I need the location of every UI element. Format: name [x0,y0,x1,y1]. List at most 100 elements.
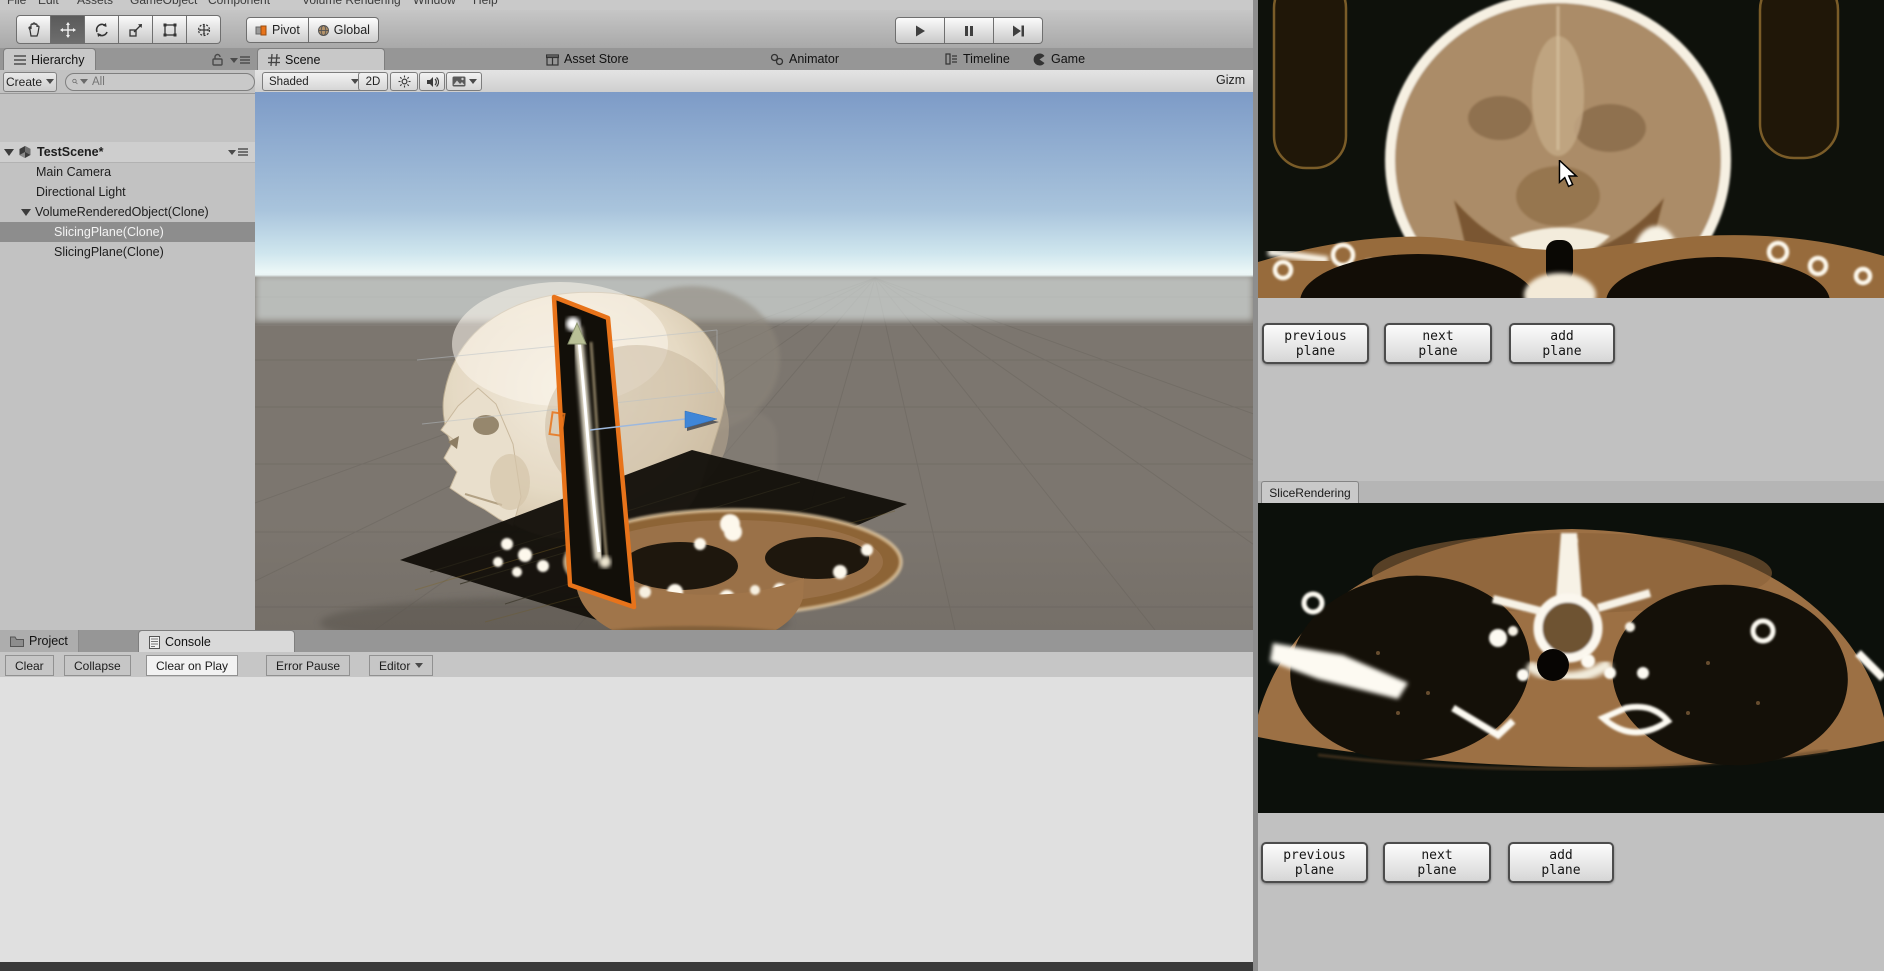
move-tool-button[interactable] [51,15,85,44]
scale-tool-button[interactable] [119,15,153,44]
slice-rendering-ct-axial-image[interactable] [1258,503,1884,813]
add-plane-button-bottom[interactable]: add plane [1508,842,1614,883]
scene-options-icon[interactable] [228,148,248,156]
timeline-icon [945,53,957,65]
hierarchy-toolbar: Create [0,70,255,94]
lighting-toggle-button[interactable] [390,72,418,91]
game-tab-label: Game [1051,52,1086,66]
scene-tab-bar: Scene Asset Store Animator Timeline Game [255,48,1253,71]
console-tab-bar: Project Console [0,630,1253,653]
scene-3d-viewport[interactable] [255,92,1253,630]
tab-console[interactable]: Console [138,630,295,653]
search-field[interactable] [65,72,255,91]
asset-store-icon [546,53,559,66]
play-controls [895,17,1043,44]
global-toggle-button[interactable]: Global [308,17,379,43]
lock-icon[interactable] [212,53,223,66]
shading-mode-label: Shaded [269,75,309,88]
shading-mode-dropdown[interactable]: Shaded [262,72,366,91]
transform-tool-button[interactable] [187,15,221,44]
editor-dropdown[interactable]: Editor [369,655,434,676]
console-log-area[interactable] [0,677,1253,962]
pivot-label: Pivot [272,23,300,37]
folder-icon [10,636,24,647]
next-plane-button-bottom[interactable]: next plane [1383,842,1491,883]
foldout-triangle-icon[interactable] [4,148,14,156]
game-icon [1033,53,1045,65]
menu-gameobject[interactable]: GameObject [130,0,197,7]
menu-assets[interactable]: Assets [77,0,113,7]
slice-views-panel: previous plane next plane add plane SliceRe… [1253,0,1884,971]
menu-volume-rendering[interactable]: Volume Rendering [302,0,401,7]
next-plane-button-top[interactable]: next plane [1384,323,1492,364]
effects-dropdown-button[interactable] [446,72,482,91]
2d-toggle-button[interactable]: 2D [358,72,388,91]
row-label: SlicingPlane(Clone) [54,245,164,259]
previous-plane-button-bottom[interactable]: previous plane [1261,842,1368,883]
tab-game[interactable]: Game [1033,48,1085,70]
menu-component[interactable]: Component [208,0,270,7]
hand-tool-button[interactable] [16,15,51,44]
menu-help[interactable]: Help [473,0,498,7]
game-view-ct-coronal-image[interactable] [1258,0,1884,406]
panel-options-icon[interactable] [230,56,250,64]
2d-label: 2D [365,75,381,88]
ct-axial-render [1258,503,1884,813]
row-label: VolumeRenderedObject(Clone) [35,205,209,219]
hierarchy-row-main-camera[interactable]: Main Camera [0,162,291,182]
search-icon [72,78,78,85]
tab-slice-rendering[interactable]: SliceRendering [1261,481,1359,503]
tab-animator[interactable]: Animator [770,48,839,70]
pivot-toggle-button[interactable]: Pivot [246,17,309,43]
tab-timeline[interactable]: Timeline [945,48,1010,70]
console-doc-icon [149,635,160,649]
combined-transform-icon [197,23,210,36]
create-button[interactable]: Create [3,71,57,92]
globe-icon [317,24,329,36]
hierarchy-tab-label: Hierarchy [31,53,85,67]
clear-button[interactable]: Clear [5,655,54,676]
add-plane-button-top[interactable]: add plane [1509,323,1615,364]
menu-file[interactable]: File [7,0,26,7]
animator-tab-label: Animator [789,52,840,66]
scene-hash-icon [268,54,280,66]
menu-edit[interactable]: Edit [38,0,59,7]
hierarchy-row-directional-light[interactable]: Directional Light [0,182,291,202]
tab-scene[interactable]: Scene [257,48,385,71]
pause-button[interactable] [945,17,994,44]
row-label: SlicingPlane(Clone) [54,225,164,239]
global-label: Global [333,23,370,37]
step-button[interactable] [994,17,1043,44]
create-label: Create [5,74,43,89]
console-tab-label: Console [165,635,211,649]
rotate-tool-button[interactable] [85,15,119,44]
tab-project[interactable]: Project [0,630,79,652]
rect-tool-button[interactable] [153,15,187,44]
hierarchy-row-scene[interactable]: TestScene* [0,142,255,163]
move-icon [59,21,76,38]
audio-toggle-button[interactable] [419,72,445,91]
tab-asset-store[interactable]: Asset Store [546,48,629,70]
clear-on-play-toggle[interactable]: Clear on Play [146,655,239,676]
search-input[interactable] [90,74,248,89]
tab-hierarchy[interactable]: Hierarchy [3,48,96,71]
unity-scene-icon [19,146,31,158]
row-label: TestScene* [37,145,104,159]
error-pause-toggle[interactable]: Error Pause [266,655,351,676]
gizmos-dropdown[interactable]: Gizm [1216,73,1253,87]
collapse-button[interactable]: Collapse [64,655,131,676]
menu-window[interactable]: Window [413,0,456,7]
play-button[interactable] [895,17,945,44]
foldout-triangle-icon[interactable] [21,208,31,216]
animator-icon [770,53,784,65]
hierarchy-row-volume-rendered-object[interactable]: VolumeRenderedObject(Clone) [0,202,276,222]
sun-icon [398,75,410,88]
scene-3d-render [255,275,1253,630]
image-icon [452,76,465,87]
previous-plane-button-top[interactable]: previous plane [1262,323,1369,364]
console-panel: Project Console Clear Collapse Clear on … [0,630,1253,971]
pause-icon [965,25,973,36]
project-tab-label: Project [29,634,68,648]
scene-view-toolbar: Shaded 2D Gizm [255,70,1253,93]
create-dropdown-icon [46,79,55,84]
